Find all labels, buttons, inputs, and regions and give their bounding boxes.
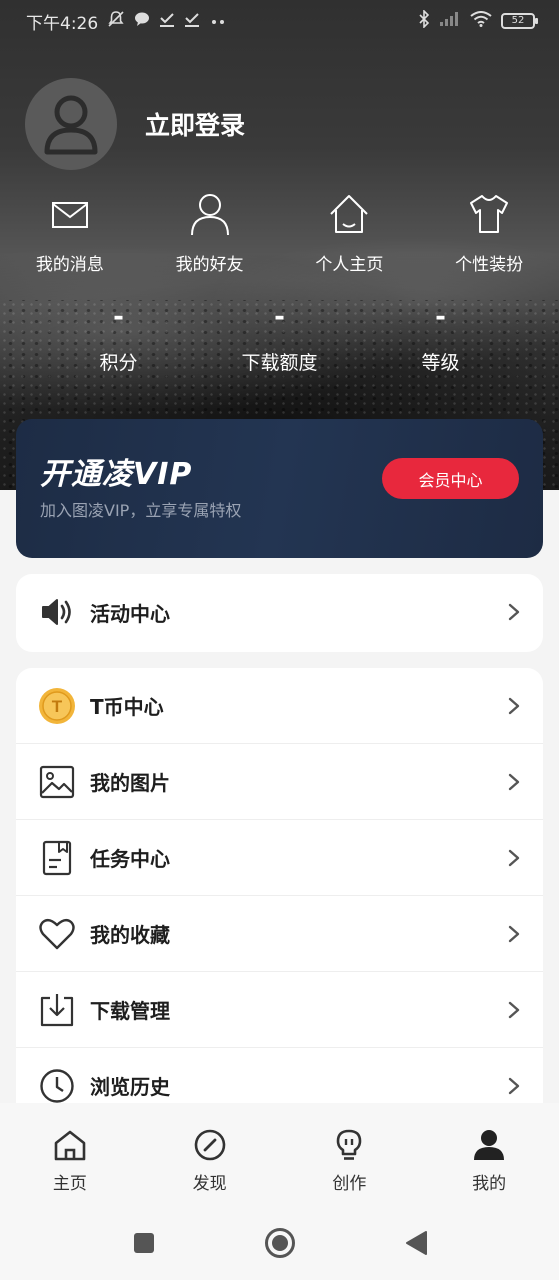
stat-label: 等级	[421, 352, 460, 374]
speaker-icon	[38, 593, 76, 631]
compass-icon	[194, 1129, 225, 1161]
tab-home[interactable]: 主页	[0, 1103, 140, 1205]
tab-label: 创作	[332, 1174, 367, 1194]
tab-label: 主页	[52, 1174, 87, 1194]
vip-title: 开通凌VIP	[40, 457, 193, 492]
download-icon	[38, 991, 76, 1029]
chat-icon	[134, 11, 150, 32]
default-avatar-icon	[44, 95, 98, 155]
menu-item-label: 活动中心	[90, 601, 170, 626]
stat-value: -	[274, 302, 285, 332]
quick-actions: 我的消息 我的好友 个人主页 个性装扮	[0, 190, 559, 275]
quick-action-friends[interactable]: 我的好友	[140, 190, 280, 275]
coin-letter: T	[52, 697, 63, 716]
status-bar: 下午4:26 52	[0, 0, 559, 42]
home-icon	[54, 1130, 86, 1161]
user-icon	[474, 1130, 505, 1160]
download-done-icon-2	[184, 11, 200, 32]
home-icon	[330, 195, 369, 233]
tab-mine[interactable]: 我的	[419, 1103, 559, 1205]
stat-label: 下载额度	[241, 352, 318, 374]
menu-item-label: 下载管理	[90, 999, 170, 1023]
stats-row: - 积分 - 下载额度 - 等级	[38, 300, 521, 375]
profile-section[interactable]: 立即登录	[25, 78, 245, 170]
chevron-right-icon	[508, 603, 520, 621]
stat-points[interactable]: - 积分	[38, 300, 199, 375]
vip-banner[interactable]: 开通凌VIP 加入图凌VIP，立享专属特权 会员中心	[16, 419, 543, 558]
avatar[interactable]	[25, 78, 117, 170]
menu-item-label: 任务中心	[90, 847, 170, 871]
system-nav-bar	[0, 1205, 559, 1280]
status-right: 52	[418, 8, 538, 33]
stat-download-quota[interactable]: - 下载额度	[199, 300, 360, 375]
menu-item-label: 我的图片	[90, 771, 170, 795]
quick-action-dressup[interactable]: 个性装扮	[419, 190, 559, 275]
bluetooth-icon	[418, 8, 430, 33]
tab-label: 发现	[192, 1174, 227, 1194]
quick-action-label: 我的好友	[175, 255, 244, 275]
chevron-right-icon	[508, 925, 520, 942]
member-center-button[interactable]: 会员中心	[382, 458, 519, 499]
battery-indicator: 52	[501, 13, 538, 29]
menu-item-label: T币中心	[90, 695, 164, 719]
tab-discover[interactable]: 发现	[140, 1103, 280, 1205]
quick-action-label: 个性装扮	[455, 255, 524, 275]
mute-icon	[107, 10, 125, 33]
quick-action-label: 个人主页	[315, 255, 384, 275]
vip-subtitle: 加入图凌VIP，立享专属特权	[40, 501, 242, 520]
chevron-right-icon	[508, 849, 520, 866]
person-icon	[190, 194, 229, 236]
menu-item-label: 我的收藏	[90, 923, 170, 947]
status-time: 下午4:26	[26, 13, 99, 34]
bottom-tab-bar: 主页 发现 创作 我的	[0, 1103, 559, 1205]
menu-item-activity[interactable]: 活动中心	[16, 574, 543, 650]
menu-item-label: 浏览历史	[90, 1075, 170, 1099]
stat-value: -	[113, 302, 124, 332]
task-icon	[38, 839, 76, 877]
recents-button[interactable]	[128, 1227, 160, 1259]
chevron-right-icon	[508, 1077, 520, 1094]
menu-item-tasks[interactable]: 任务中心	[16, 820, 543, 896]
more-dots-icon	[209, 11, 227, 31]
stat-value: -	[435, 302, 446, 332]
download-done-icon	[159, 11, 175, 32]
quick-action-label: 我的消息	[35, 255, 104, 275]
menu-item-favorites[interactable]: 我的收藏	[16, 896, 543, 972]
signal-icon	[439, 11, 461, 32]
tab-label: 我的	[472, 1174, 507, 1194]
stat-label: 积分	[99, 352, 138, 374]
chevron-right-icon	[508, 1001, 520, 1018]
chevron-right-icon	[508, 773, 520, 790]
mail-icon	[51, 202, 88, 228]
image-icon	[38, 763, 76, 801]
clock-icon	[38, 1067, 76, 1105]
quick-action-messages[interactable]: 我的消息	[0, 190, 140, 275]
bulb-icon	[337, 1129, 362, 1160]
coin-icon: T	[38, 687, 76, 725]
menu-item-tcoin[interactable]: T T币中心	[16, 668, 543, 744]
shirt-icon	[470, 195, 509, 233]
back-triangle-icon	[405, 1230, 427, 1255]
square-icon	[133, 1232, 154, 1253]
quick-action-homepage[interactable]: 个人主页	[280, 190, 420, 275]
back-button[interactable]	[400, 1227, 432, 1259]
chevron-right-icon	[508, 697, 520, 714]
circle-home-icon	[264, 1227, 295, 1258]
status-left: 下午4:26	[26, 9, 227, 34]
menu-list: T T币中心 我的图片 任务中心 我的收藏 下载管理 浏览历史	[16, 668, 543, 1118]
heart-icon	[38, 915, 76, 953]
login-link[interactable]: 立即登录	[145, 106, 245, 142]
menu-item-downloads[interactable]: 下载管理	[16, 972, 543, 1048]
home-nav-button[interactable]	[264, 1227, 296, 1259]
stat-level[interactable]: - 等级	[360, 300, 521, 375]
menu-item-my-images[interactable]: 我的图片	[16, 744, 543, 820]
wifi-icon	[470, 10, 492, 32]
tab-create[interactable]: 创作	[280, 1103, 420, 1205]
activity-card: 活动中心	[16, 574, 543, 652]
